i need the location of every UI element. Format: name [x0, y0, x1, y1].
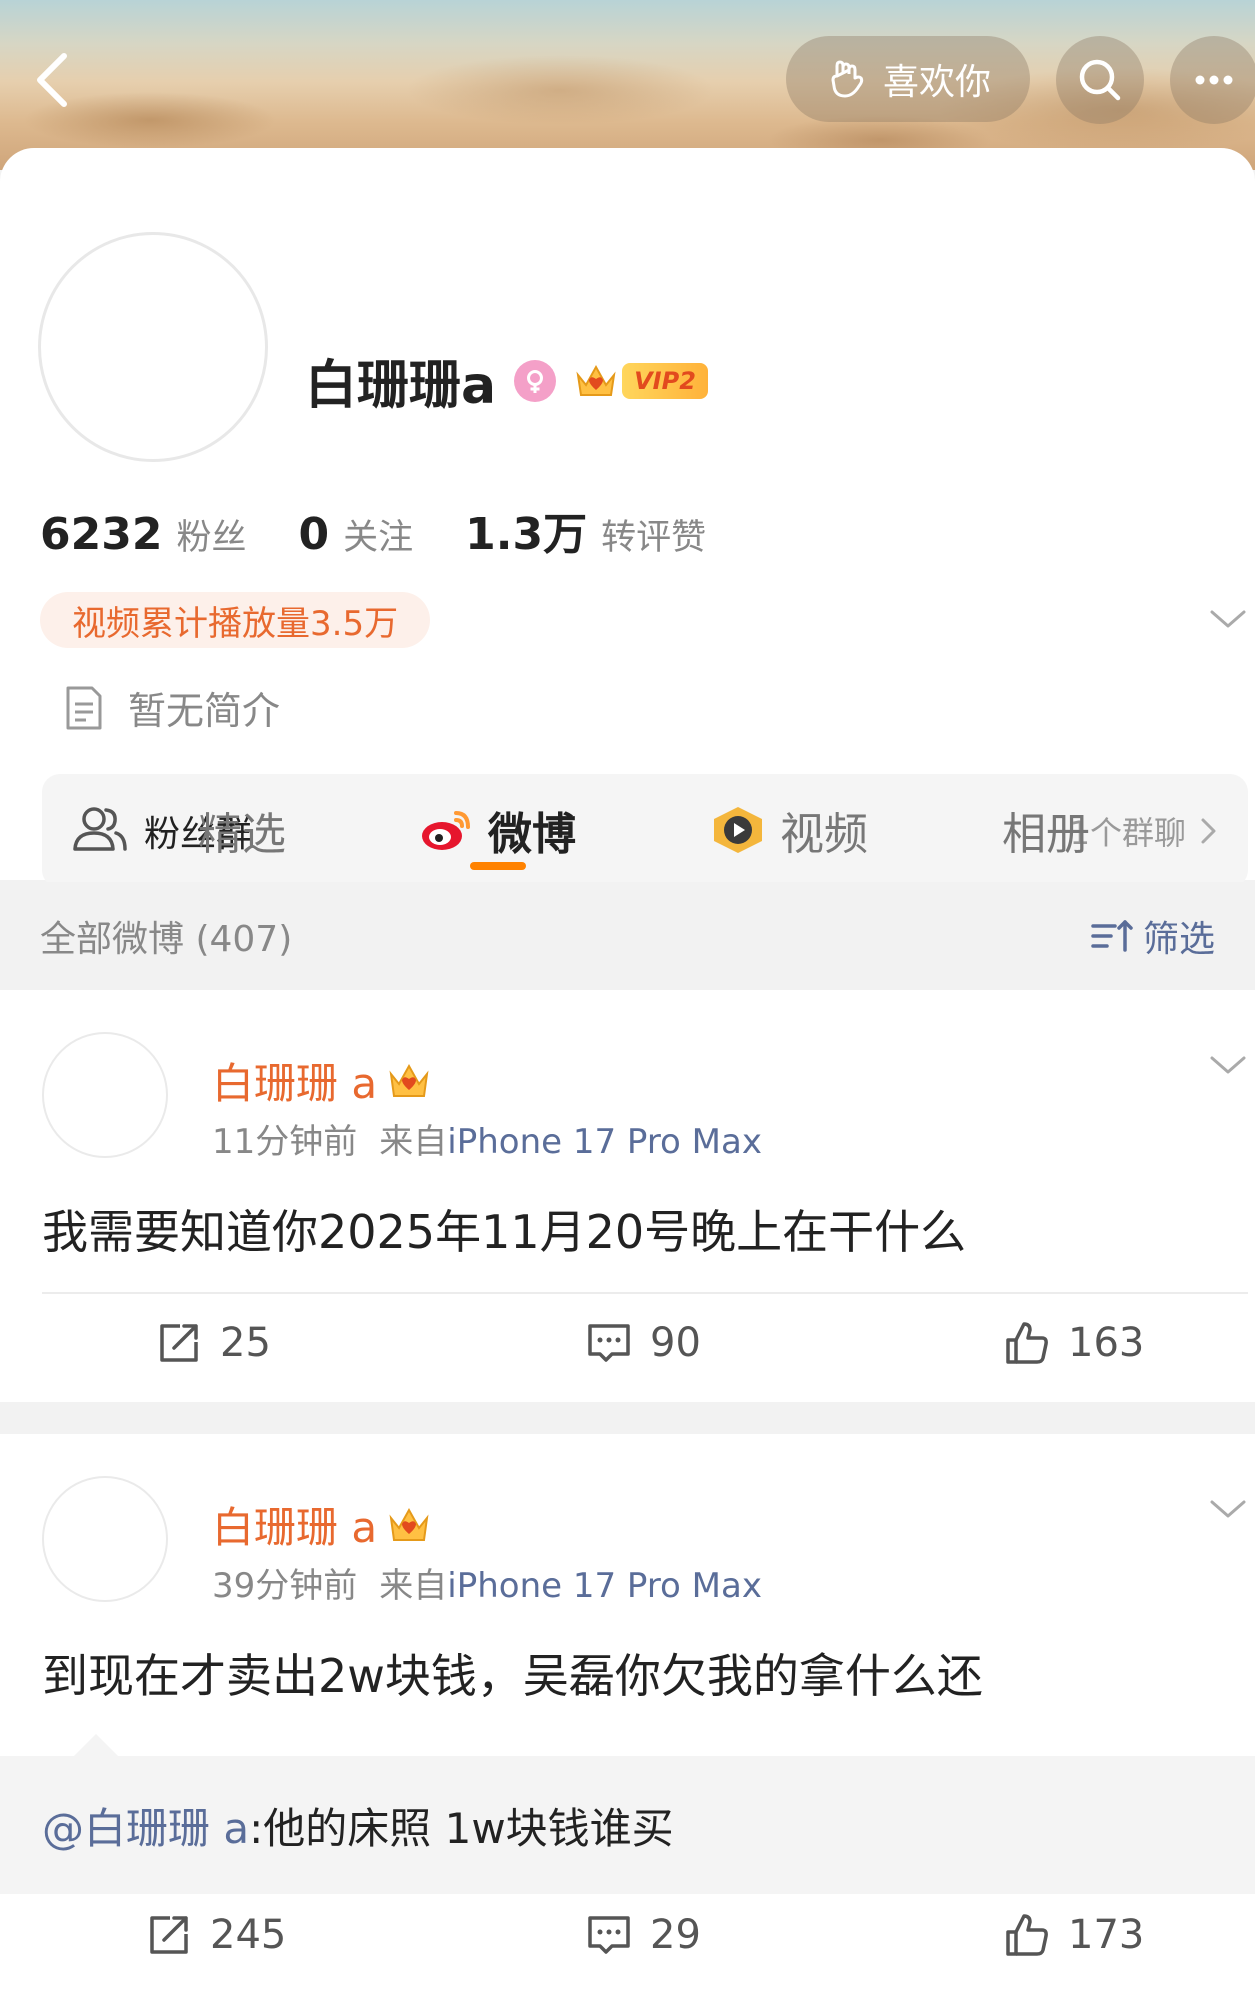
post-source-label: 来自: [379, 1566, 448, 1606]
tab-label: 微博: [488, 809, 576, 860]
like-count: 163: [1068, 1320, 1145, 1366]
repost-button[interactable]: 25: [156, 1320, 271, 1366]
tab-label: 视频: [780, 809, 868, 860]
repost-text: :他的床照 1w块钱谁买: [249, 1803, 674, 1853]
tab-label: 精选: [198, 809, 286, 860]
video-plays-badge[interactable]: 视频累计播放量3.5万: [40, 592, 431, 648]
like-button[interactable]: 163: [1004, 1320, 1144, 1366]
post-author-row[interactable]: 白珊珊 a: [212, 1050, 431, 1111]
filter-sort-icon: [1091, 920, 1133, 952]
profile-stats: 6232 粉丝 0 关注 1.3万 转评赞: [40, 498, 706, 562]
post-text: 到现在才卖出2w块钱，吴磊你欠我的拿什么还: [42, 1649, 983, 1703]
profile-name-row: 白珊珊a VIP2: [305, 343, 708, 418]
like-count: 173: [1068, 1912, 1145, 1958]
back-button[interactable]: [30, 50, 80, 110]
comment-button[interactable]: 90: [586, 1320, 701, 1366]
repost-button[interactable]: 245: [146, 1912, 286, 1958]
comment-button[interactable]: 29: [586, 1912, 701, 1958]
video-badge-icon: [714, 807, 762, 853]
bio-row: 暂无简介: [62, 680, 280, 735]
stat-followers[interactable]: 6232 粉丝: [40, 509, 246, 560]
stat-value: 6232: [40, 509, 163, 560]
thumbs-up-icon: [1006, 1914, 1048, 1956]
comment-count: 29: [650, 1912, 701, 1958]
post-meta: 39分钟前 来自iPhone 17 Pro Max: [212, 1558, 762, 1607]
like-you-button[interactable]: 喜欢你: [786, 36, 1030, 122]
crown-icon: [389, 1063, 429, 1097]
post-card[interactable]: 白珊珊 a 11分钟前 来自iPhone 17 Pro Max 我需要知道你20…: [0, 990, 1255, 1402]
share-icon: [150, 1916, 188, 1954]
stat-label: 转评赞: [601, 518, 707, 558]
post-device[interactable]: iPhone 17 Pro Max: [447, 1566, 762, 1606]
like-button[interactable]: 173: [1004, 1912, 1144, 1958]
post-menu-chevron-icon[interactable]: [1208, 1050, 1248, 1080]
vip-level: VIP2: [622, 362, 708, 399]
stat-value: 1.3万: [465, 509, 588, 560]
post-author-name: 白珊珊 a: [212, 1059, 378, 1108]
stat-label: 关注: [343, 518, 414, 558]
post-meta: 11分钟前 来自iPhone 17 Pro Max: [212, 1114, 762, 1163]
tab-featured[interactable]: 精选: [198, 780, 286, 880]
stat-value: 0: [298, 509, 330, 560]
weibo-logo-icon: [422, 811, 470, 850]
comment-icon: [588, 1916, 630, 1954]
post-divider: [42, 1292, 1248, 1294]
repost-mention[interactable]: @白珊珊 a: [42, 1795, 249, 1856]
bio-text: 暂无简介: [128, 689, 281, 733]
post-author-name: 白珊珊 a: [212, 1503, 378, 1552]
filter-button[interactable]: 筛选: [1089, 910, 1215, 962]
hand-heart-icon: [831, 60, 864, 98]
like-you-label: 喜欢你: [882, 62, 991, 103]
all-posts-count: 全部微博 (407): [40, 919, 293, 960]
repost-count: 25: [220, 1320, 271, 1366]
expand-chevron-icon[interactable]: [1208, 604, 1248, 634]
repost-notch: [74, 1734, 118, 1756]
comment-icon: [588, 1324, 630, 1362]
tab-album[interactable]: 相册: [1002, 780, 1090, 880]
tab-video[interactable]: 视频: [710, 780, 868, 880]
profile-name: 白珊珊a: [305, 356, 497, 416]
profile-tabs: 精选 微博 视频 相册: [0, 780, 1255, 880]
search-button[interactable]: [1056, 36, 1144, 124]
crown-icon: [389, 1507, 429, 1541]
post-avatar[interactable]: [42, 1476, 168, 1602]
stat-following[interactable]: 0 关注: [298, 509, 413, 560]
female-icon: [514, 359, 557, 402]
vip-badge[interactable]: VIP2: [574, 361, 708, 401]
document-icon: [66, 686, 102, 729]
post-text: 我需要知道你2025年11月20号晚上在干什么: [42, 1205, 967, 1259]
tab-label: 相册: [1002, 809, 1090, 860]
post-device[interactable]: iPhone 17 Pro Max: [447, 1122, 762, 1162]
back-arrow-icon: [37, 53, 67, 107]
comment-count: 90: [650, 1320, 701, 1366]
active-tab-indicator: [470, 862, 526, 870]
post-source-label: 来自: [379, 1122, 448, 1162]
post-time: 39分钟前: [212, 1566, 358, 1606]
avatar[interactable]: [38, 232, 268, 462]
post-card[interactable]: 白珊珊 a 39分钟前 来自iPhone 17 Pro Max 到现在才卖出2w…: [0, 1434, 1255, 2012]
post-author-row[interactable]: 白珊珊 a: [212, 1494, 431, 1555]
quoted-repost[interactable]: @白珊珊 a :他的床照 1w块钱谁买: [0, 1756, 1255, 1894]
stat-interactions[interactable]: 1.3万 转评赞: [465, 498, 706, 562]
share-icon: [160, 1324, 198, 1362]
more-dots-icon: [1195, 75, 1233, 85]
more-button[interactable]: [1170, 36, 1255, 124]
post-menu-chevron-icon[interactable]: [1208, 1494, 1248, 1524]
post-time: 11分钟前: [212, 1122, 358, 1162]
crown-icon: [576, 364, 616, 396]
repost-count: 245: [210, 1912, 287, 1958]
profile-card: 白珊珊a VIP2 6232 粉丝 0 关注 1.3万 转评赞 视频累计播放量3…: [0, 148, 1255, 888]
post-avatar[interactable]: [42, 1032, 168, 1158]
filter-bar: 全部微博 (407) 筛选: [0, 882, 1255, 990]
stat-label: 粉丝: [176, 518, 247, 558]
thumbs-up-icon: [1006, 1322, 1048, 1364]
search-icon: [1079, 59, 1121, 101]
filter-label: 筛选: [1142, 919, 1215, 960]
